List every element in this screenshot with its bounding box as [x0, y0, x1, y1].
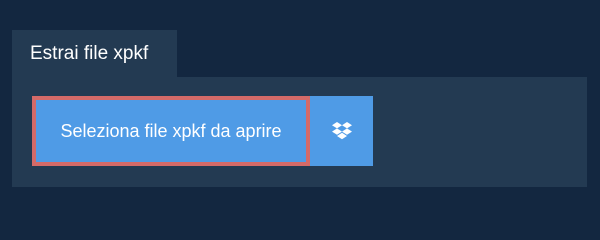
upload-panel: Seleziona file xpkf da aprire	[12, 77, 587, 187]
tab-extract-xpkf[interactable]: Estrai file xpkf	[12, 30, 177, 77]
upload-button-group: Seleziona file xpkf da aprire	[32, 96, 373, 166]
select-file-label: Seleziona file xpkf da aprire	[60, 120, 282, 141]
tab-label: Estrai file xpkf	[30, 42, 149, 64]
select-file-button[interactable]: Seleziona file xpkf da aprire	[32, 96, 310, 166]
dropbox-button[interactable]	[310, 96, 373, 166]
dropbox-icon	[331, 122, 352, 140]
